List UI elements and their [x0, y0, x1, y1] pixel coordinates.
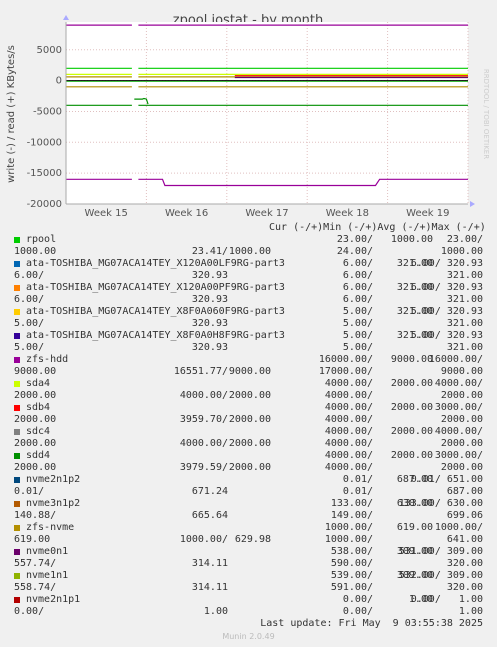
x-axis-arrow [470, 201, 475, 207]
x-tick-label: Week 19 [406, 208, 449, 219]
y-tick-label: -10000 [27, 137, 62, 148]
y-axis-arrow [63, 15, 69, 20]
y-axis-label: write (-) / read (+) KBytes/s [6, 45, 17, 183]
x-tick-label: Week 18 [326, 208, 369, 219]
watermark: RRDTOOL / TOBI OETIKER [482, 69, 490, 159]
y-tick-label: -20000 [27, 199, 62, 210]
x-tick-label: Week 15 [85, 208, 128, 219]
y-tick-label: 5000 [37, 45, 62, 56]
x-tick-label: Week 16 [165, 208, 208, 219]
y-tick-label: 0 [56, 76, 62, 87]
y-tick-label: -15000 [27, 168, 62, 179]
chart: zpool iostat - by month write (-) / read… [6, 13, 490, 219]
x-tick-label: Week 17 [245, 208, 288, 219]
y-tick-label: -5000 [33, 106, 62, 117]
